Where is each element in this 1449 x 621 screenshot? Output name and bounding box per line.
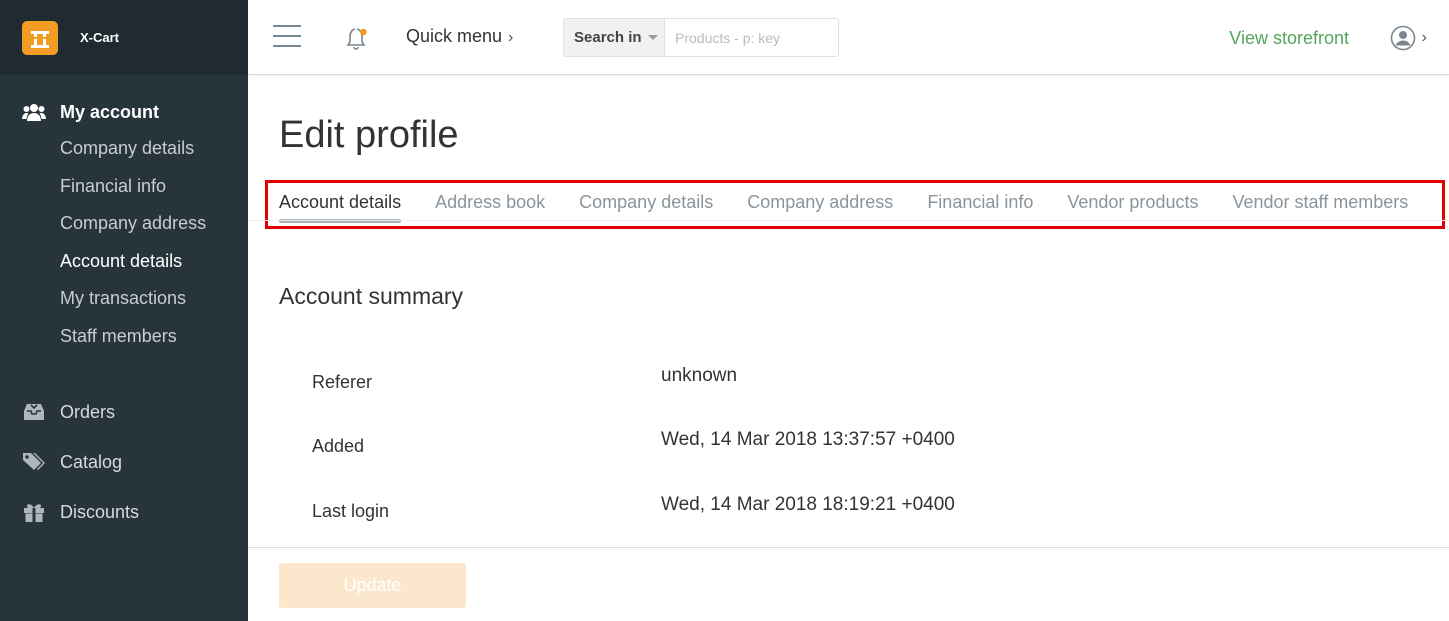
last-login-value: Wed, 14 Mar 2018 18:19:21 +0400 bbox=[661, 494, 955, 515]
page-title: Edit profile bbox=[279, 114, 459, 156]
referer-label: Referer bbox=[312, 372, 373, 392]
footer-divider bbox=[248, 547, 1449, 548]
users-icon bbox=[22, 101, 46, 123]
notifications-bell-icon[interactable] bbox=[343, 24, 371, 52]
sidebar-item-company-address[interactable]: Company address bbox=[0, 205, 248, 243]
tabs-divider bbox=[248, 220, 1449, 221]
sidebar-item-my-transactions[interactable]: My transactions bbox=[0, 280, 248, 318]
nav-catalog-header[interactable]: Catalog bbox=[0, 444, 248, 480]
quick-menu-label: Quick menu bbox=[406, 26, 503, 46]
search-in-dropdown[interactable]: Search in bbox=[563, 18, 664, 57]
brand-name: X-Cart bbox=[80, 30, 120, 45]
my-account-submenu: Company details Financial info Company a… bbox=[0, 130, 248, 355]
referer-value: unknown bbox=[661, 365, 738, 386]
nav-orders: Orders bbox=[0, 394, 248, 430]
tab-account-details[interactable]: Account details bbox=[279, 192, 402, 223]
hamburger-menu-icon[interactable] bbox=[273, 25, 301, 49]
update-button[interactable]: Update bbox=[279, 563, 466, 608]
tab-vendor-products[interactable]: Vendor products bbox=[1067, 192, 1198, 221]
tab-company-details[interactable]: Company details bbox=[579, 192, 713, 221]
tab-address-book[interactable]: Address book bbox=[435, 192, 545, 221]
tags-icon bbox=[22, 451, 46, 473]
nav-orders-label: Orders bbox=[60, 401, 116, 422]
nav-my-account: My account Company details Financial inf… bbox=[0, 94, 248, 355]
user-menu-button[interactable]: › bbox=[1390, 25, 1427, 51]
xcart-logo-icon[interactable] bbox=[22, 20, 58, 55]
account-summary-title: Account summary bbox=[279, 283, 464, 309]
main-content: Edit profile Account details Address boo… bbox=[248, 76, 1449, 621]
nav-discounts-label: Discounts bbox=[60, 501, 140, 522]
brand[interactable]: X-Cart bbox=[0, 0, 248, 75]
added-label: Added bbox=[312, 436, 365, 456]
sidebar-item-financial-info[interactable]: Financial info bbox=[0, 168, 248, 206]
quick-menu-button[interactable]: Quick menu › bbox=[406, 26, 513, 47]
nav-orders-header[interactable]: Orders bbox=[0, 394, 248, 430]
nav-discounts: Discounts bbox=[0, 494, 248, 530]
sidebar-item-company-details[interactable]: Company details bbox=[0, 130, 248, 168]
chevron-right-icon: › bbox=[1421, 29, 1427, 46]
tab-vendor-staff-members[interactable]: Vendor staff members bbox=[1232, 192, 1408, 221]
gift-icon bbox=[22, 501, 46, 523]
tab-financial-info[interactable]: Financial info bbox=[927, 192, 1033, 221]
added-value: Wed, 14 Mar 2018 13:37:57 +0400 bbox=[661, 429, 955, 450]
nav-my-account-header[interactable]: My account bbox=[0, 94, 248, 130]
profile-tabs: Account details Address book Company det… bbox=[279, 192, 1439, 223]
search-in-label: Search in bbox=[574, 29, 642, 46]
last-login-label: Last login bbox=[312, 501, 390, 521]
nav-catalog: Catalog bbox=[0, 444, 248, 480]
search-bar: Search in bbox=[563, 18, 839, 57]
caret-down-icon bbox=[647, 35, 658, 40]
sidebar: X-Cart My account Company details Financ… bbox=[0, 0, 248, 621]
nav-my-account-label: My account bbox=[60, 101, 160, 122]
inbox-icon bbox=[22, 401, 46, 423]
nav-catalog-label: Catalog bbox=[60, 451, 123, 472]
user-avatar-icon bbox=[1390, 25, 1415, 51]
search-input[interactable] bbox=[664, 18, 839, 57]
view-storefront-link[interactable]: View storefront bbox=[1229, 28, 1349, 49]
nav-discounts-header[interactable]: Discounts bbox=[0, 494, 248, 530]
sidebar-item-account-details[interactable]: Account details bbox=[0, 243, 248, 281]
top-bar: Quick menu › Search in View storefront › bbox=[248, 0, 1449, 75]
tab-company-address[interactable]: Company address bbox=[747, 192, 893, 221]
chevron-right-icon: › bbox=[508, 29, 514, 46]
sidebar-item-staff-members[interactable]: Staff members bbox=[0, 318, 248, 356]
